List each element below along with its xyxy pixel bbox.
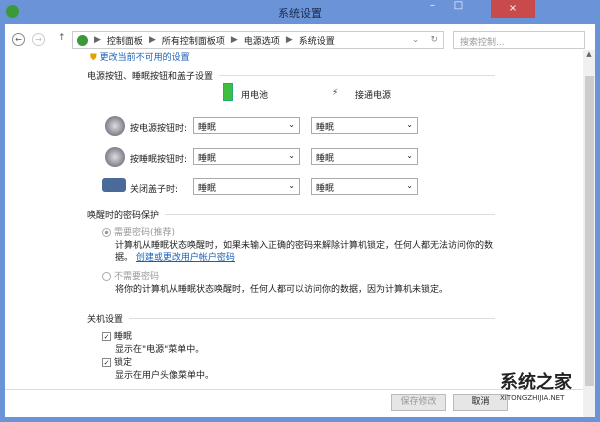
- watermark-logo: 系统之家: [500, 372, 572, 393]
- breadcrumb-item[interactable]: 系统设置: [299, 34, 335, 47]
- breadcrumb-item[interactable]: 电源选项: [244, 34, 280, 47]
- navigation-bar: ← → ↑ ▶ 控制面板 ▶ 所有控制面板项 ▶ 电源选项 ▶ 系统设置 ⌄ ↻ 搜索控…: [5, 28, 595, 49]
- require-password-radio[interactable]: 需要密码(推荐): [102, 225, 175, 238]
- chevron-down-icon[interactable]: ⌄: [412, 35, 420, 45]
- address-bar[interactable]: ▶ 控制面板 ▶ 所有控制面板项 ▶ 电源选项 ▶ 系统设置 ⌄ ↻: [72, 31, 444, 49]
- shutdown-section-heading: 关机设置: [87, 312, 495, 325]
- lock-checkbox[interactable]: ✓ 锁定: [102, 355, 132, 368]
- title-bar: 系统设置 – □ ×: [0, 0, 600, 24]
- admin-link-text[interactable]: 更改当前不可用的设置: [100, 53, 190, 63]
- sleep-button-icon: [105, 147, 125, 167]
- battery-icon: [223, 83, 233, 101]
- lock-desc: 显示在用户头像菜单中。: [115, 371, 215, 381]
- breadcrumb-item[interactable]: 控制面板: [107, 34, 143, 47]
- section-title: 电源按钮、睡眠按钮和盖子设置: [87, 72, 214, 82]
- admin-link[interactable]: ⛊ 更改当前不可用的设置: [90, 50, 190, 63]
- save-button[interactable]: 保存修改: [391, 394, 446, 411]
- plug-icon: ⚡: [332, 88, 339, 98]
- section-title: 关机设置: [87, 315, 124, 325]
- row-label: 按睡眠按钮时:: [130, 155, 188, 165]
- content-area: ⛊ 更改当前不可用的设置 电源按钮、睡眠按钮和盖子设置 用电池 ⚡ 接通电源 按…: [5, 50, 595, 417]
- search-input[interactable]: 搜索控制...: [453, 31, 585, 49]
- row-label: 按电源按钮时:: [130, 124, 188, 134]
- power-section-heading: 电源按钮、睡眠按钮和盖子设置: [87, 69, 495, 82]
- up-button[interactable]: ↑: [58, 33, 66, 43]
- password-section-heading: 唤醒时的密码保护: [87, 208, 495, 221]
- control-panel-icon: [77, 34, 88, 46]
- close-button[interactable]: ×: [491, 0, 535, 18]
- sleep-checkbox[interactable]: ✓ 睡眠: [102, 329, 132, 342]
- laptop-lid-icon: [102, 178, 126, 192]
- sleep-desc: 显示在"电源"菜单中。: [115, 345, 205, 355]
- shield-icon: ⛊: [90, 53, 97, 63]
- row-label: 关闭盖子时:: [130, 185, 179, 195]
- sleep-button-plugged-select[interactable]: 睡眠 ⌄: [311, 148, 418, 165]
- maximize-button[interactable]: □: [446, 0, 471, 18]
- window-body: ← → ↑ ▶ 控制面板 ▶ 所有控制面板项 ▶ 电源选项 ▶ 系统设置 ⌄ ↻ 搜索控…: [5, 24, 595, 417]
- require-password-desc-2: 据。 创建或更改用户帐户密码: [115, 253, 235, 263]
- scrollbar[interactable]: ▲: [583, 50, 595, 417]
- power-button-battery-select[interactable]: 睡眠 ⌄: [193, 117, 300, 134]
- scrollbar-thumb[interactable]: [585, 76, 594, 386]
- no-password-desc: 将你的计算机从睡眠状态唤醒时，任何人都可以访问你的数据，因为计算机未锁定。: [115, 285, 449, 295]
- power-button-icon: [105, 116, 125, 136]
- power-button-plugged-select[interactable]: 睡眠 ⌄: [311, 117, 418, 134]
- sleep-button-battery-select[interactable]: 睡眠 ⌄: [193, 148, 300, 165]
- back-button[interactable]: ←: [12, 33, 25, 46]
- minimize-button[interactable]: –: [420, 0, 445, 18]
- lid-plugged-select[interactable]: 睡眠 ⌄: [311, 178, 418, 195]
- divider: [5, 389, 583, 390]
- section-title: 唤醒时的密码保护: [87, 211, 160, 221]
- watermark-url: XITONGZHIJIA.NET: [500, 394, 565, 402]
- lid-battery-select[interactable]: 睡眠 ⌄: [193, 178, 300, 195]
- plugged-column-label: 接通电源: [355, 91, 392, 101]
- account-password-link[interactable]: 创建或更改用户帐户密码: [136, 253, 235, 263]
- breadcrumb-item[interactable]: 所有控制面板项: [162, 34, 225, 47]
- no-password-radio[interactable]: 不需要密码: [102, 269, 159, 282]
- battery-column-label: 用电池: [241, 91, 269, 101]
- forward-button[interactable]: →: [32, 33, 45, 46]
- refresh-icon[interactable]: ↻: [425, 35, 443, 45]
